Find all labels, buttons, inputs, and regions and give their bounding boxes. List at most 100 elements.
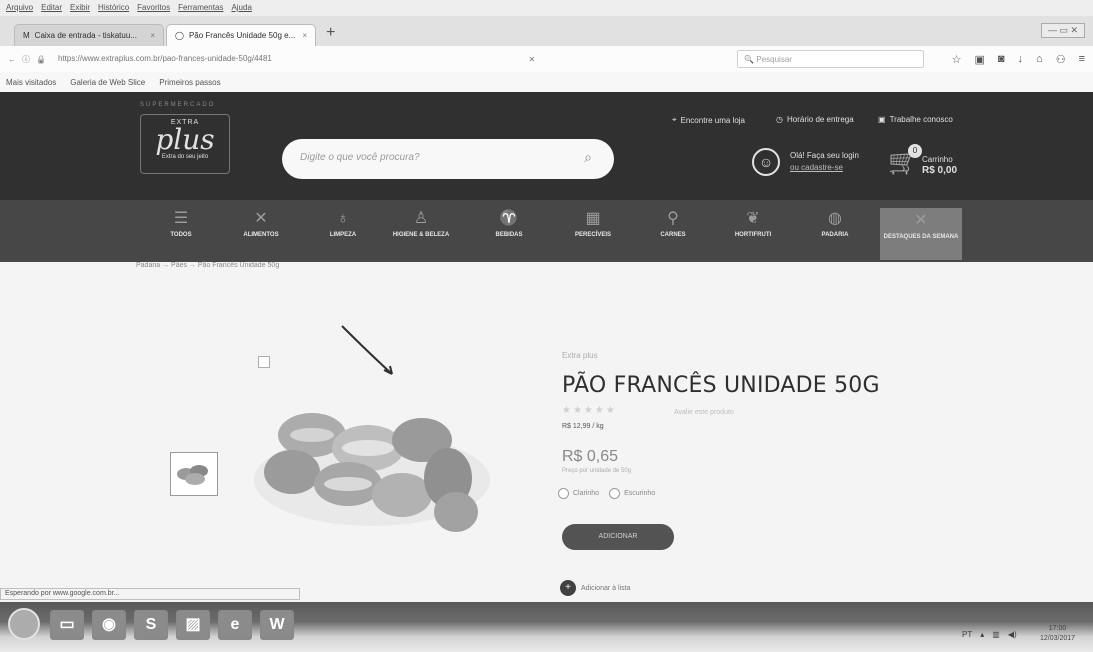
- add-to-cart-button[interactable]: ADICIONAR: [562, 524, 674, 550]
- category-pereciveis[interactable]: ▦ PERECÍVEIS: [560, 206, 626, 258]
- start-button[interactable]: [8, 608, 40, 640]
- breadcrumb-item[interactable]: Pães: [171, 262, 187, 269]
- option-escurinho[interactable]: Escurinho: [609, 488, 655, 499]
- bookmark-web-slice[interactable]: Galeria de Web Slice: [70, 78, 145, 87]
- pocket-icon[interactable]: ◙: [998, 53, 1005, 66]
- volume-icon[interactable]: ◀): [1008, 630, 1017, 639]
- soap-icon: ♙: [413, 210, 429, 227]
- taskbar: ▭ ◉ S ▨ e W PT ▴ ▥ ◀) 17:00 12/03/2017: [0, 602, 1093, 652]
- category-label: DESTAQUES DA SEMANA: [883, 234, 959, 240]
- fork-knife-icon: ✕: [254, 210, 268, 227]
- breadcrumb-item[interactable]: Padaria: [136, 262, 160, 269]
- rating-stars[interactable]: ★★★★★: [562, 405, 617, 416]
- arrow-up-icon[interactable]: ▴: [980, 630, 984, 639]
- loading-icon: ◯: [175, 31, 184, 40]
- radio-button[interactable]: [558, 488, 569, 499]
- clock[interactable]: 17:00 12/03/2017: [1040, 624, 1075, 644]
- vegetable-icon: ❦: [746, 210, 760, 227]
- site-logo[interactable]: EXTRA plus Extra do seu jeito: [140, 114, 230, 174]
- system-tray: PT ▴ ▥ ◀): [962, 630, 1017, 639]
- hamburger-icon[interactable]: ≡: [1079, 53, 1085, 66]
- clock-date: 12/03/2017: [1040, 635, 1076, 642]
- category-padaria[interactable]: ◍ PADARIA: [802, 206, 868, 258]
- category-higiene-beleza[interactable]: ♙ HIGIENE & BELEZA: [388, 206, 454, 258]
- category-alimentos[interactable]: ✕ ALIMENTOS: [228, 206, 294, 258]
- skype-icon[interactable]: S: [134, 610, 168, 640]
- product-thumbnail[interactable]: [170, 452, 218, 496]
- clipboard-icon[interactable]: ▣: [974, 53, 984, 66]
- search-icon[interactable]: ⌕: [584, 149, 592, 166]
- glass-icon: ♈: [499, 210, 519, 227]
- folder-icon[interactable]: ▭: [50, 610, 84, 640]
- compare-checkbox[interactable]: [258, 356, 270, 368]
- menu-item-edit[interactable]: Editar: [41, 3, 62, 13]
- category-hortifruti[interactable]: ❦ HORTIFRUTI: [720, 206, 786, 258]
- category-limpeza[interactable]: ♁ LIMPEZA: [310, 206, 376, 258]
- extension-icon[interactable]: ⚇: [1056, 53, 1066, 66]
- bookmark-first-steps[interactable]: Primeiros passos: [159, 78, 220, 87]
- account-area[interactable]: Olá! Faça seu login ou cadastre-se: [790, 150, 859, 174]
- add-to-list-button[interactable]: + Adicionar à lista: [560, 580, 630, 596]
- radio-button[interactable]: [609, 488, 621, 499]
- toolbar-icons: ☆ ▣ ◙ ↓ ⌂ ⚇ ≡: [952, 53, 1085, 66]
- bookmark-most-visited[interactable]: Mais visitados: [6, 78, 56, 87]
- review-link[interactable]: Avalie este produto: [674, 409, 734, 416]
- menu-item-history[interactable]: Histórico: [98, 3, 129, 13]
- category-label: HIGIENE & BELEZA: [392, 232, 450, 238]
- tab-bar: M Caixa de entrada - tiskatuu... × ◯ Pão…: [0, 16, 1093, 46]
- nav-bar: ← ⓘ 🔒 https://www.extraplus.com.br/pao-f…: [0, 46, 1093, 72]
- work-with-us-link[interactable]: ▣ Trabalhe conosco: [878, 115, 953, 124]
- close-icon[interactable]: ×: [150, 31, 155, 40]
- menu-item-help[interactable]: Ajuda: [231, 3, 251, 13]
- category-destaques[interactable]: ✕ DESTAQUES DA SEMANA: [880, 208, 962, 260]
- breadcrumb-item: Pão Francês Unidade 50g: [197, 262, 280, 269]
- register-link[interactable]: ou cadastre-se: [790, 163, 843, 172]
- meat-icon: ⚲: [667, 210, 679, 227]
- site-search-input[interactable]: Digite o que você procura? ⌕: [282, 139, 614, 179]
- language-indicator[interactable]: PT: [962, 630, 972, 639]
- tab-label: Pão Francês Unidade 50g e...: [188, 31, 296, 40]
- word-icon[interactable]: W: [260, 610, 294, 640]
- delivery-hours-link[interactable]: ◷ Horário de entrega: [776, 115, 854, 124]
- photo-icon[interactable]: ▨: [176, 610, 210, 640]
- category-label: ALIMENTOS: [243, 232, 279, 238]
- new-tab-button[interactable]: +: [318, 24, 343, 46]
- menu-item-file[interactable]: Arquivo: [6, 3, 33, 13]
- network-icon[interactable]: ▥: [992, 630, 1000, 639]
- reload-icon[interactable]: ✕: [528, 55, 535, 64]
- back-icon[interactable]: ←: [8, 55, 16, 64]
- media-icon[interactable]: ◉: [92, 610, 126, 640]
- find-store-link[interactable]: ⌖ Encontre uma loja: [672, 115, 745, 125]
- ie-icon[interactable]: e: [218, 610, 252, 640]
- bread-thumbnail-icon: [177, 465, 208, 485]
- tab-inbox[interactable]: M Caixa de entrada - tiskatuu... ×: [14, 24, 164, 46]
- tab-product[interactable]: ◯ Pão Francês Unidade 50g e... ×: [166, 24, 316, 46]
- star-icon[interactable]: ☆: [952, 53, 962, 66]
- product-image: [254, 413, 490, 532]
- category-todos[interactable]: ☰ TODOS: [148, 206, 214, 258]
- browser-search-input[interactable]: 🔍 Pesquisar: [737, 50, 924, 68]
- url-bar[interactable]: https://www.extraplus.com.br/pao-frances…: [52, 50, 523, 68]
- user-icon[interactable]: ☺: [752, 148, 780, 176]
- category-carnes[interactable]: ⚲ CARNES: [640, 206, 706, 258]
- add-to-list-label: Adicionar à lista: [581, 584, 631, 592]
- close-icon[interactable]: ×: [302, 31, 307, 40]
- menu-item-tools[interactable]: Ferramentas: [178, 3, 223, 13]
- option-clarinho[interactable]: Clarinho: [558, 488, 599, 499]
- find-store-label: Encontre uma loja: [680, 115, 745, 125]
- cart-summary[interactable]: Carrinho R$ 0,00: [922, 154, 957, 176]
- info-icon[interactable]: ⓘ: [22, 54, 30, 65]
- download-icon[interactable]: ↓: [1018, 53, 1024, 66]
- bread-icon: ◍: [828, 210, 842, 227]
- menu-item-bookmarks[interactable]: Favoritos: [137, 3, 170, 13]
- category-bar: ☰ TODOS ✕ ALIMENTOS ♁ LIMPEZA ♙ HIGIENE & BE…: [0, 200, 1093, 262]
- work-with-us-label: Trabalhe conosco: [889, 115, 953, 124]
- login-link[interactable]: Olá! Faça seu login: [790, 150, 859, 162]
- menu-bar: Arquivo Editar Exibir Histórico Favorito…: [0, 0, 1093, 16]
- cart-count-badge: 0: [908, 144, 922, 158]
- star-icon: ✕: [914, 212, 928, 229]
- menu-item-view[interactable]: Exibir: [70, 3, 90, 13]
- window-controls[interactable]: — ▭ ✕: [1040, 23, 1085, 38]
- category-bebidas[interactable]: ♈ BEBIDAS: [476, 206, 542, 258]
- home-icon[interactable]: ⌂: [1036, 53, 1043, 66]
